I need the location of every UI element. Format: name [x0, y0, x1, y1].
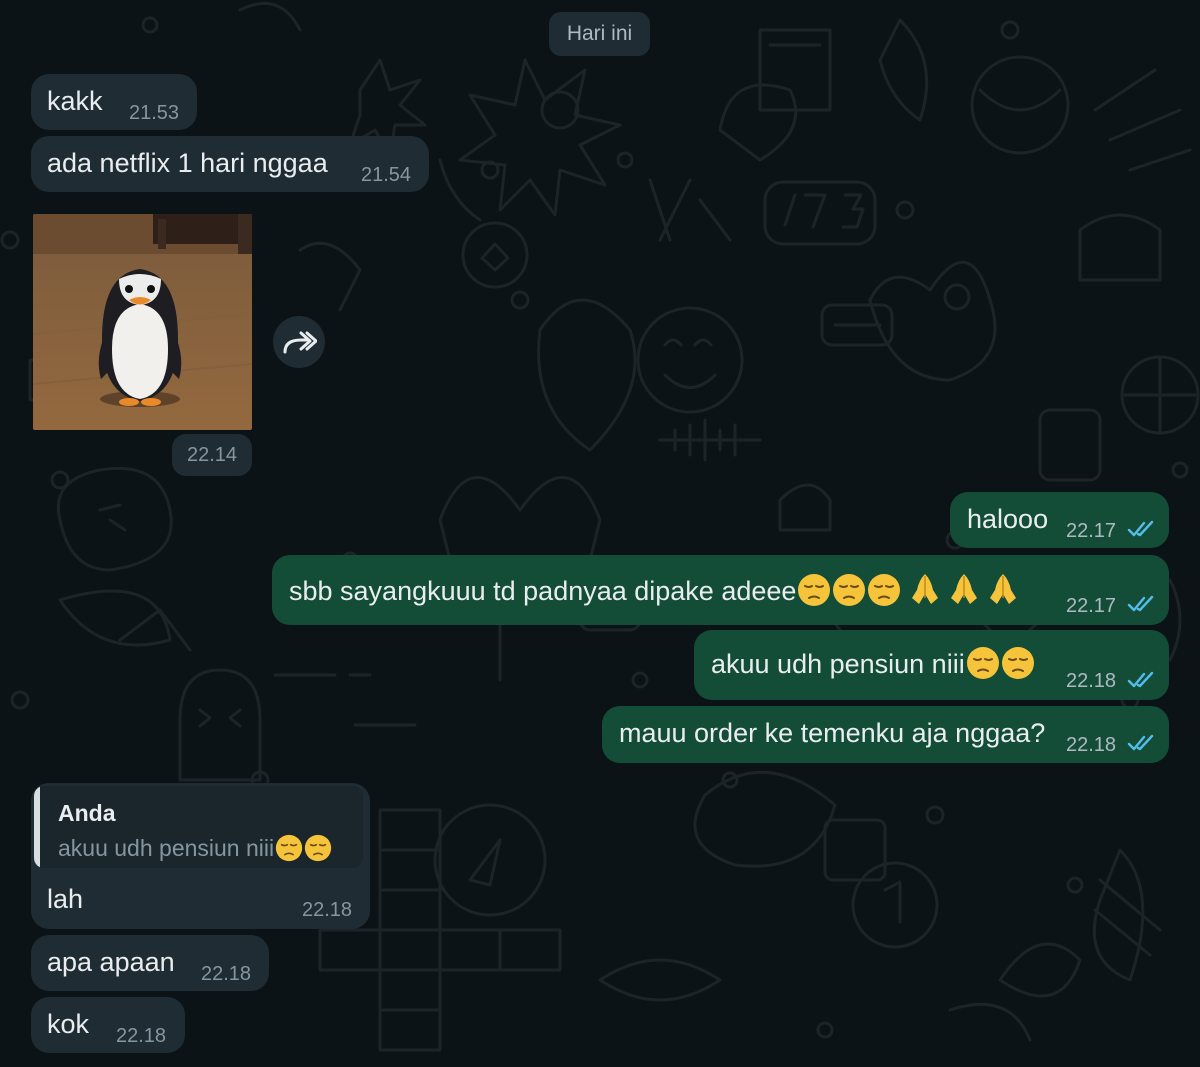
- pensive-face-icon: [966, 647, 999, 679]
- message-time: 22.17: [1066, 520, 1117, 542]
- message-text-content: akuu udh pensiun niii: [711, 649, 965, 679]
- message-text: kok: [47, 1009, 90, 1039]
- message-time: 22.18: [302, 899, 353, 921]
- pensive-face-icon: [868, 574, 901, 606]
- double-check-icon: [1127, 671, 1154, 688]
- outgoing-message[interactable]: mauu order ke temenku aja nggaa? 22.18: [602, 706, 1169, 763]
- message-time: 22.17: [1066, 595, 1117, 617]
- quote-accent-bar: [34, 786, 40, 868]
- message-text: ada netflix 1 hari nggaa: [47, 148, 328, 178]
- outgoing-message[interactable]: sbb sayangkuuu td padnyaa dipake adeee 2…: [272, 555, 1169, 625]
- message-time: 22.18: [201, 963, 252, 985]
- message-text: sbb sayangkuuu td padnyaa dipake adeee: [289, 570, 1018, 607]
- message-time: 21.54: [361, 164, 412, 186]
- pensive-face-icon: [304, 834, 332, 862]
- date-separator: Hari ini: [549, 12, 650, 56]
- pensive-face-icon: [833, 574, 866, 606]
- message-time: 21.53: [129, 102, 180, 124]
- message-time: 22.18: [1066, 734, 1117, 756]
- folded-hands-icon: [990, 574, 1017, 604]
- quoted-message[interactable]: Anda akuu udh pensiun niii: [34, 786, 363, 868]
- double-check-icon: [1127, 520, 1154, 537]
- message-text: mauu order ke temenku aja nggaa?: [619, 718, 1046, 748]
- quote-author: Anda: [58, 800, 116, 826]
- forward-icon: [283, 331, 317, 354]
- quote-text-content: akuu udh pensiun niii: [58, 835, 275, 861]
- incoming-message[interactable]: apa apaan 22.18: [31, 935, 269, 991]
- outgoing-message[interactable]: halooo 22.17: [950, 492, 1169, 548]
- emoji-group: [796, 574, 1018, 606]
- message-text: apa apaan: [47, 947, 175, 977]
- message-time: 22.18: [1066, 670, 1117, 692]
- double-check-icon: [1127, 734, 1154, 751]
- folded-hands-icon: [912, 574, 939, 604]
- incoming-message[interactable]: ada netflix 1 hari nggaa 21.54: [31, 136, 429, 192]
- message-text: halooo: [967, 504, 1049, 534]
- forward-button[interactable]: [273, 316, 325, 368]
- message-time: 22.18: [116, 1025, 167, 1047]
- message-text: lah: [47, 884, 84, 914]
- image-time: 22.14: [172, 434, 252, 476]
- message-text: kakk: [47, 86, 103, 116]
- quote-text: akuu udh pensiun niii: [58, 834, 332, 862]
- incoming-message[interactable]: kok 22.18: [31, 997, 185, 1053]
- penguin-image[interactable]: [33, 214, 252, 430]
- incoming-message[interactable]: kakk 21.53: [31, 74, 197, 130]
- pensive-face-icon: [275, 834, 303, 862]
- double-check-icon: [1127, 595, 1154, 612]
- emoji-group: [274, 834, 332, 862]
- outgoing-message[interactable]: akuu udh pensiun niii 22.18: [694, 630, 1169, 700]
- emoji-group: [965, 647, 1035, 679]
- message-text-content: sbb sayangkuuu td padnyaa dipake adeee: [289, 576, 797, 606]
- folded-hands-icon: [951, 574, 978, 604]
- pensive-face-icon: [798, 574, 831, 606]
- message-text: akuu udh pensiun niii: [711, 646, 1035, 680]
- pensive-face-icon: [1001, 647, 1034, 679]
